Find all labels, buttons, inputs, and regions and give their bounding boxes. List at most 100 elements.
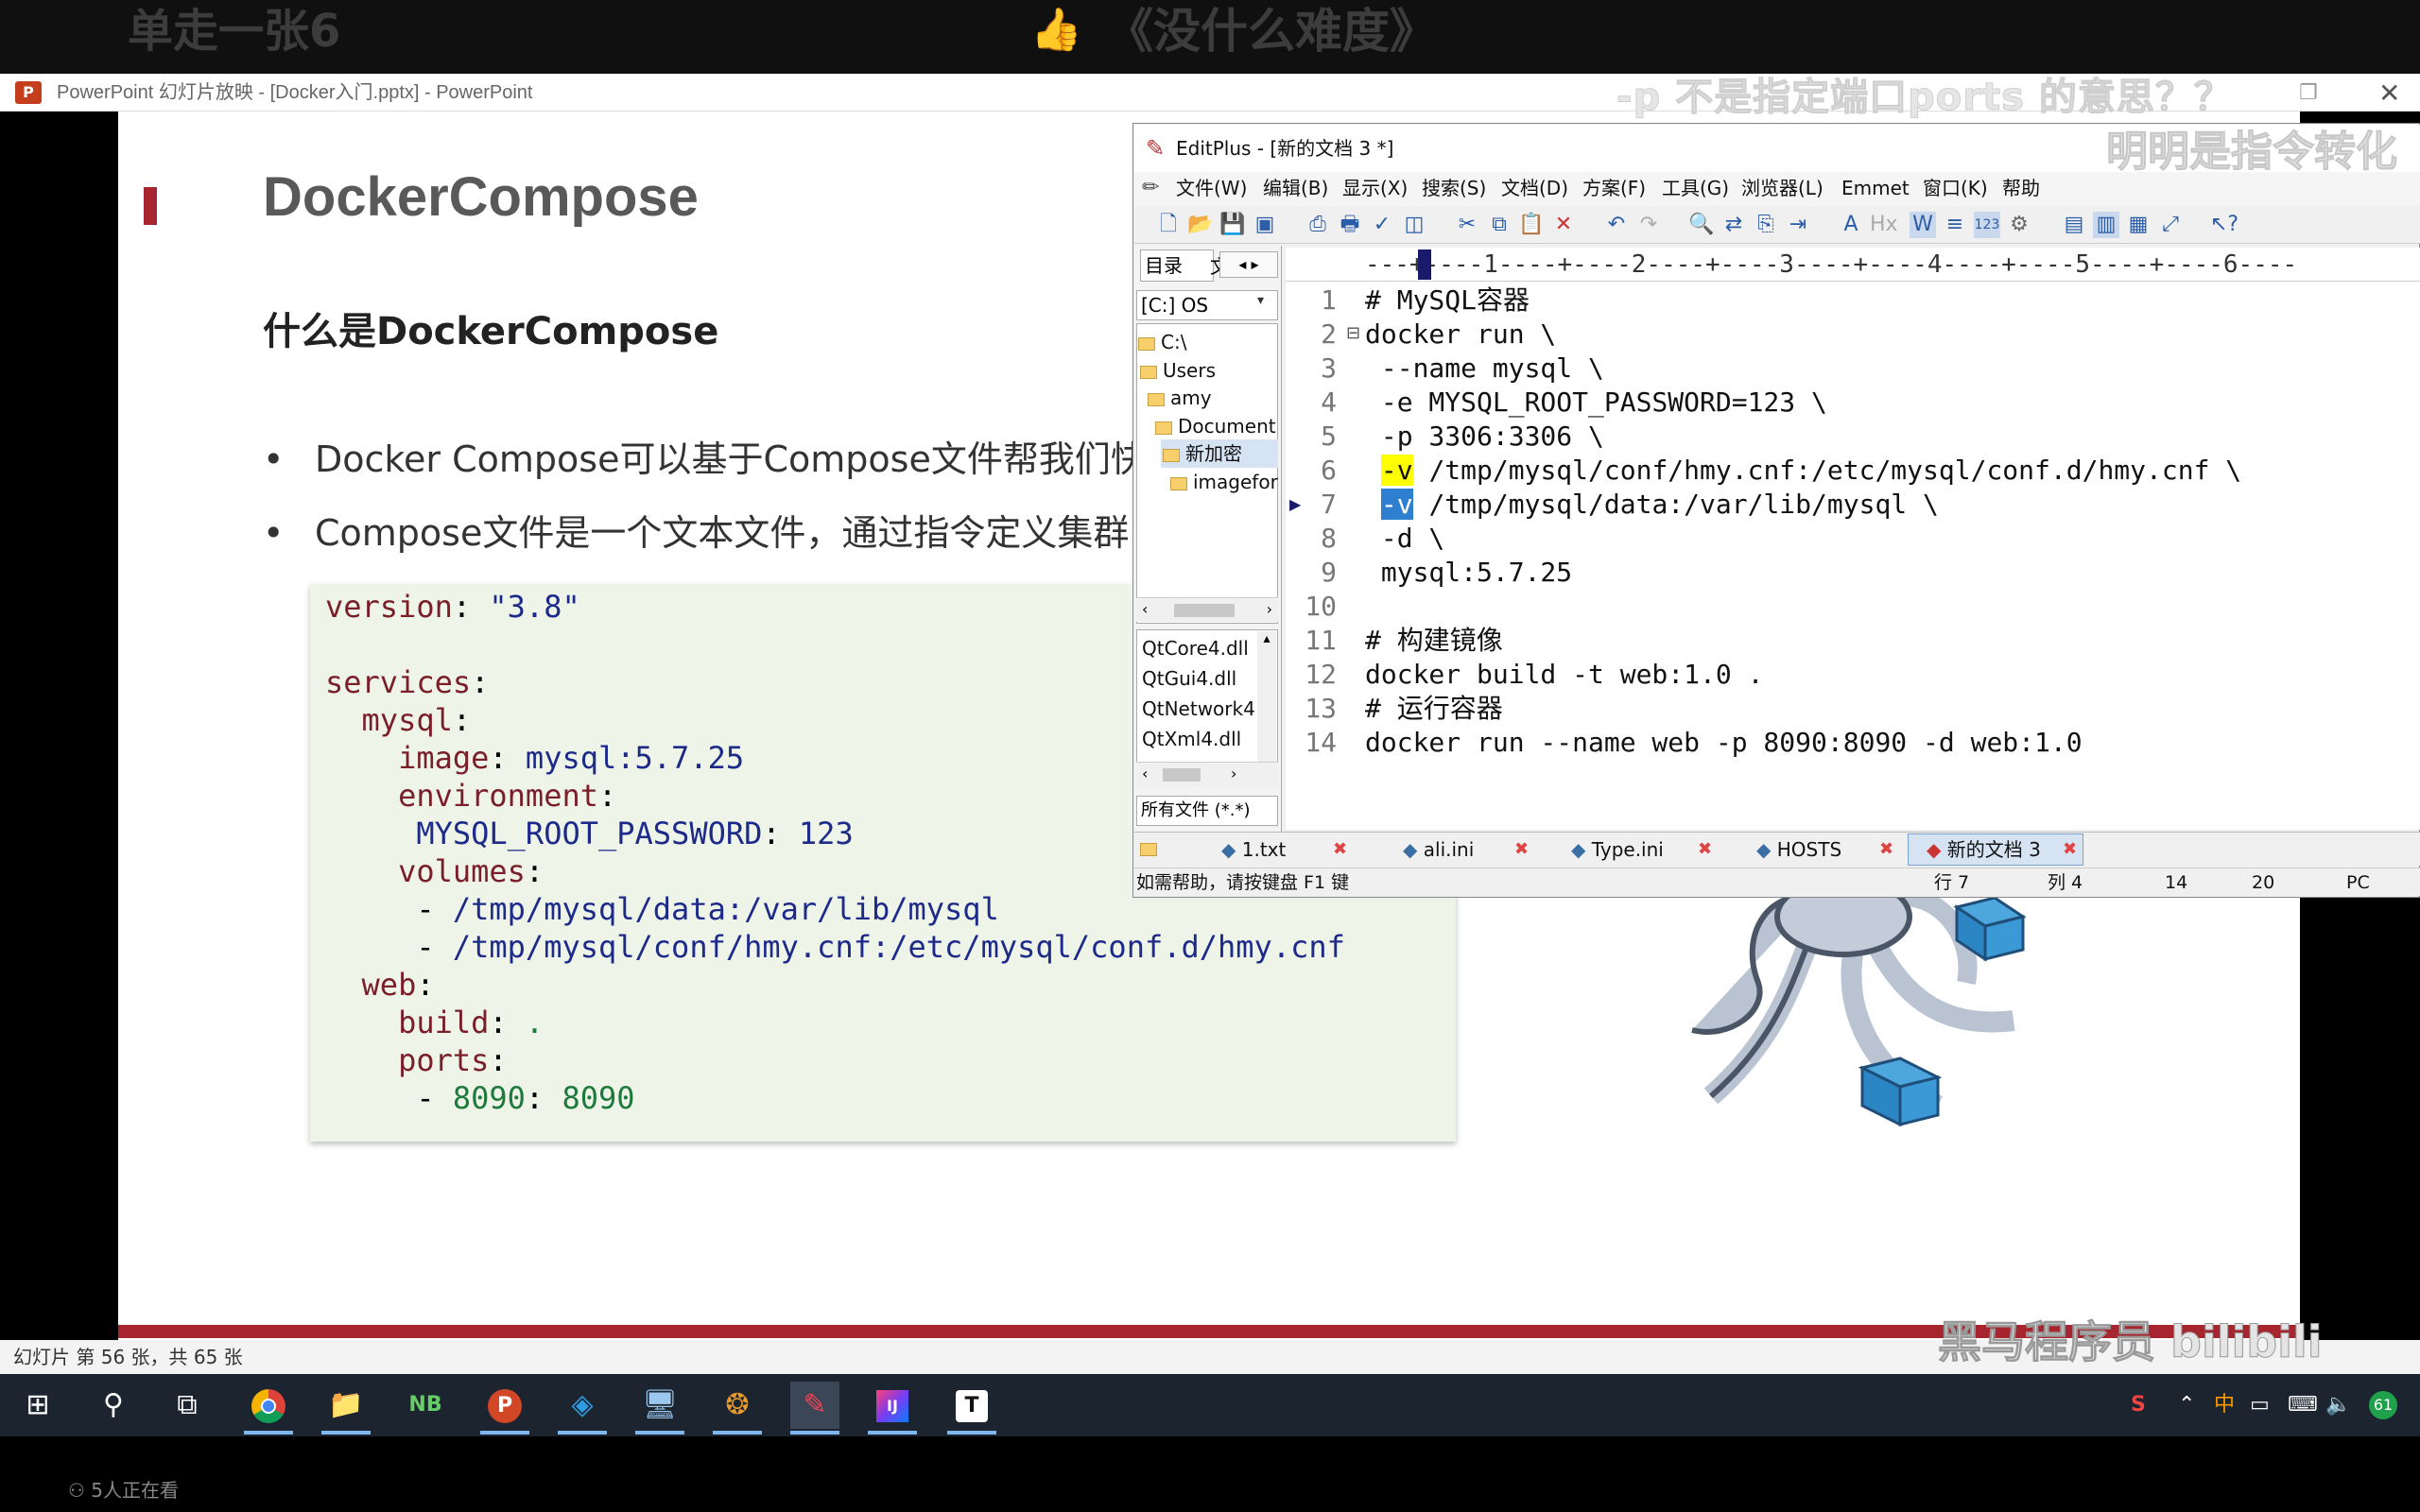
replace-icon[interactable]: ⇄ xyxy=(1720,212,1747,238)
html-toolbar-icon[interactable]: Hx xyxy=(1870,212,1898,238)
line-number: 7 xyxy=(1321,489,1337,520)
ime-chinese-icon[interactable]: 中 xyxy=(2214,1391,2235,1419)
virtualbox-icon[interactable]: ◈ xyxy=(558,1382,607,1429)
menu-search[interactable]: 搜索(S) xyxy=(1422,176,1486,200)
menu-tools[interactable]: 工具(G) xyxy=(1662,176,1729,200)
network-icon[interactable]: ⌨ xyxy=(2288,1391,2318,1419)
line-number-icon[interactable]: ≡ xyxy=(1942,212,1968,238)
status-row: 行 7 xyxy=(1934,872,1970,893)
chevron-down-icon[interactable]: ▾ xyxy=(1257,293,1264,308)
file-list-scrollbar[interactable]: ▴ xyxy=(1257,631,1276,762)
search-icon[interactable]: ⚲ xyxy=(89,1382,138,1429)
close-icon[interactable]: ✕ xyxy=(2378,77,2400,109)
open-folder-icon[interactable]: 📂 xyxy=(1187,212,1214,238)
editplus-window-title: EditPlus - [新的文档 3 *] xyxy=(1176,137,1394,160)
windows-start-icon[interactable]: ⊞ xyxy=(13,1382,62,1429)
redo-icon[interactable]: ↷ xyxy=(1635,212,1662,238)
running-indicator xyxy=(790,1431,839,1435)
sogou-input-icon[interactable]: S xyxy=(2131,1391,2146,1419)
output-window-icon[interactable]: ▦ xyxy=(2125,212,2152,238)
task-view-icon[interactable]: ⧉ xyxy=(163,1382,212,1429)
menu-file[interactable]: 文件(W) xyxy=(1176,176,1247,200)
chrome-icon[interactable] xyxy=(244,1382,293,1429)
file-item[interactable]: QtGui4.dll xyxy=(1142,665,1236,692)
remote-desktop-icon[interactable]: 🖥 xyxy=(635,1382,684,1429)
copy-icon[interactable]: ⧉ xyxy=(1486,212,1512,238)
goto-line-icon[interactable]: ⇥ xyxy=(1785,212,1811,238)
battery-icon[interactable]: ▭ xyxy=(2250,1391,2270,1419)
doc-tab[interactable]: ◆ 1.txt xyxy=(1221,835,1286,864)
tree-item[interactable]: imagefor xyxy=(1170,469,1278,495)
menu-view[interactable]: 显示(X) xyxy=(1342,176,1408,200)
menu-browser[interactable]: 浏览器(L) xyxy=(1741,176,1824,200)
delete-icon[interactable]: ✕ xyxy=(1550,212,1577,238)
tree-item[interactable]: C:\ xyxy=(1138,329,1186,355)
doc-tab-active[interactable]: ◆ 新的文档 3 xyxy=(1927,835,2041,864)
file-explorer-icon[interactable]: 📁 xyxy=(321,1382,371,1429)
menu-document[interactable]: 文档(D) xyxy=(1501,176,1568,200)
cliptext-icon[interactable]: ▤ xyxy=(2061,212,2087,238)
print-preview-icon[interactable]: ⎙ xyxy=(1305,212,1331,238)
browser-preview-icon[interactable]: ◫ xyxy=(1401,212,1427,238)
paste-icon[interactable]: 📋 xyxy=(1518,212,1545,238)
tab-scroll-buttons[interactable]: ◂ ▸ xyxy=(1219,251,1278,278)
find-in-files-icon[interactable]: ⎘ xyxy=(1753,212,1779,238)
doc-tab[interactable]: ◆ Type.ini xyxy=(1571,835,1664,864)
code-line: --name mysql \ xyxy=(1365,352,1604,384)
undo-icon[interactable]: ↶ xyxy=(1603,212,1630,238)
tree-item-selected[interactable]: 新加密 xyxy=(1163,440,1242,467)
menu-project[interactable]: 方案(F) xyxy=(1582,176,1646,200)
selected-flag: -v xyxy=(1380,489,1413,520)
save-icon[interactable]: 💾 xyxy=(1219,212,1246,238)
new-file-icon[interactable]: 🗋 xyxy=(1155,212,1182,238)
restore-icon[interactable]: ❐ xyxy=(2299,81,2318,105)
powerpoint-taskbar-icon[interactable]: P xyxy=(480,1382,529,1429)
cut-icon[interactable]: ✂ xyxy=(1454,212,1480,238)
menu-edit[interactable]: 编辑(B) xyxy=(1263,176,1328,200)
tree-item[interactable]: Document xyxy=(1155,413,1276,439)
find-icon[interactable]: 🔍 xyxy=(1688,212,1715,238)
code-line: docker build -t web:1.0 . xyxy=(1365,659,1764,690)
chevron-up-icon[interactable]: ⌃ xyxy=(2178,1391,2195,1419)
spellcheck-icon[interactable]: ✓ xyxy=(1369,212,1395,238)
close-tab-icon[interactable]: ✖ xyxy=(1879,835,1893,864)
print-icon[interactable]: 🖶 xyxy=(1337,212,1363,238)
typora-icon[interactable]: T xyxy=(947,1382,996,1429)
tree-horizontal-scrollbar[interactable]: ‹ › xyxy=(1136,597,1278,622)
tree-item[interactable]: Users xyxy=(1140,357,1216,384)
ruler-icon[interactable]: 123 xyxy=(1974,212,2000,238)
running-indicator xyxy=(321,1431,371,1435)
status-col: 列 4 xyxy=(2048,872,2083,893)
close-tab-icon[interactable]: ✖ xyxy=(1698,835,1712,864)
close-tab-icon[interactable]: ✖ xyxy=(1514,835,1529,864)
fullscreen-icon[interactable]: ⤢ xyxy=(2157,212,2184,238)
file-filter-select[interactable]: 所有文件 (*.*) xyxy=(1136,796,1278,826)
file-item[interactable]: QtNetwork4 xyxy=(1142,696,1263,722)
word-wrap-icon[interactable]: W xyxy=(1910,212,1936,238)
intellij-icon[interactable]: IJ xyxy=(868,1382,917,1429)
volume-icon[interactable]: 🔈 xyxy=(2325,1391,2351,1419)
close-tab-icon[interactable]: ✖ xyxy=(2063,835,2077,864)
menu-emmet[interactable]: Emmet xyxy=(1841,176,1910,200)
doc-tab[interactable]: ◆ ali.ini xyxy=(1403,835,1474,864)
tab-directory[interactable]: 目录 xyxy=(1140,249,1214,282)
font-icon[interactable]: A xyxy=(1838,212,1864,238)
close-tab-icon[interactable]: ✖ xyxy=(1333,835,1347,864)
file-item[interactable]: QtXml4.dll xyxy=(1142,726,1241,752)
settings-icon[interactable]: ⚙ xyxy=(2006,212,2032,238)
doc-tab[interactable]: ◆ HOSTS xyxy=(1756,835,1841,864)
directory-panel-icon[interactable]: ▥ xyxy=(2093,212,2119,238)
menu-help[interactable]: 帮助 xyxy=(2002,176,2040,200)
notebook-app-icon[interactable]: NB xyxy=(401,1382,450,1429)
file-item[interactable]: QtCore4.dll xyxy=(1142,635,1249,662)
notification-badge[interactable]: 61 xyxy=(2369,1391,2397,1419)
menu-window[interactable]: 窗口(K) xyxy=(1923,176,1988,200)
save-all-icon[interactable]: ▣ xyxy=(1252,212,1278,238)
editplus-taskbar-icon[interactable]: ✎ xyxy=(790,1382,839,1429)
help-pointer-icon[interactable]: ↖? xyxy=(2210,212,2238,238)
tree-item[interactable]: amy xyxy=(1148,385,1212,411)
running-indicator xyxy=(558,1431,607,1435)
fold-toggle-icon[interactable]: ⊟ xyxy=(1346,323,1360,343)
file-horizontal-scrollbar[interactable]: ‹ › xyxy=(1136,762,1278,786)
color-app-icon[interactable]: ❂ xyxy=(713,1382,762,1429)
